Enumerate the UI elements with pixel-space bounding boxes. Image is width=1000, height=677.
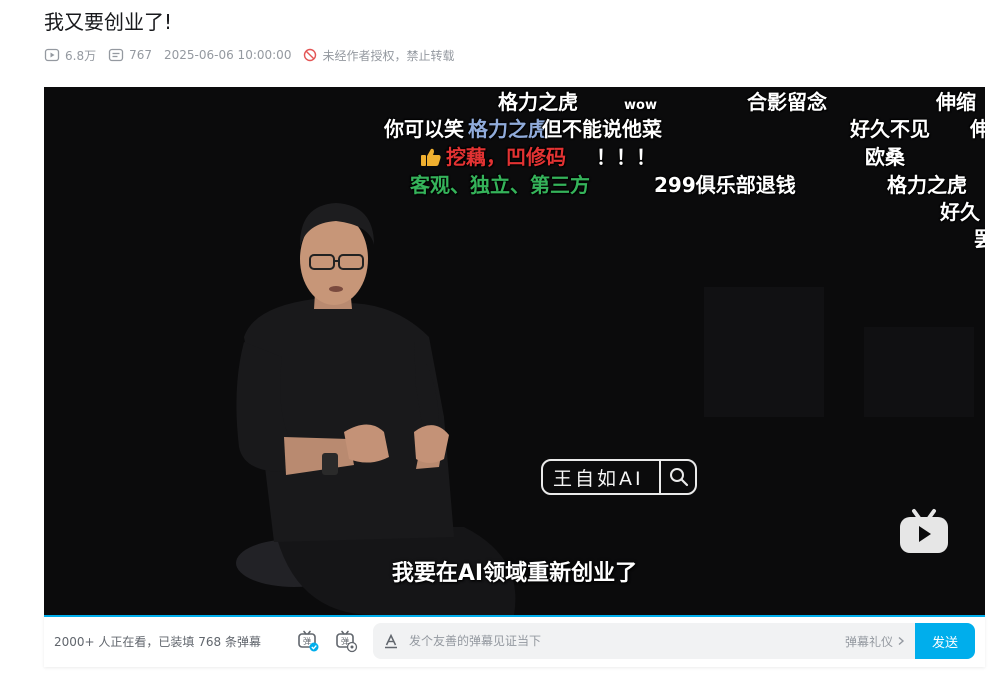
- danmaku-item: 好久: [940, 200, 980, 224]
- copyright-notice: 未经作者授权，禁止转载: [303, 47, 454, 64]
- danmaku-count: 767: [108, 47, 152, 63]
- danmaku-item: wow: [624, 98, 657, 113]
- danmaku-item: 299俱乐部退钱: [654, 173, 796, 197]
- video-title: 我又要创业了!: [44, 10, 173, 34]
- danmaku-item: 好久不见: [850, 117, 930, 141]
- danmaku-input[interactable]: [407, 633, 845, 649]
- danmaku-control-bar: 2000+ 人正在看，已装填 768 条弹幕 弹 弹 发个友善的弹幕见证当下 弹…: [44, 615, 985, 667]
- danmaku-item: 罢: [974, 227, 985, 251]
- danmaku-item: 伸: [970, 117, 985, 141]
- play-count-icon: [44, 48, 60, 62]
- video-subtitle: 我要在AI领域重新创业了: [391, 561, 638, 586]
- danmaku-item: ！！！: [596, 145, 656, 169]
- video-player[interactable]: 格力之虎 wow 合影留念 伸缩 你可以笑 格力之虎 但不能说他菜 好久不见 伸…: [44, 87, 985, 615]
- copyright-text: 未经作者授权，禁止转载: [322, 48, 455, 63]
- send-danmaku-button[interactable]: 发送: [915, 623, 975, 659]
- chevron-right-icon: [898, 636, 905, 646]
- no-repost-icon: [304, 48, 317, 62]
- danmaku-item-text: 挖藕，凹修码: [446, 145, 566, 169]
- danmaku-item: 格力之虎: [468, 117, 548, 141]
- danmaku-input-wrapper: 弹幕礼仪: [373, 623, 915, 659]
- etiquette-label: 弹幕礼仪: [844, 634, 893, 649]
- danmaku-item: 但不能说他菜: [542, 117, 662, 141]
- play-count: 6.8万: [44, 47, 96, 64]
- danmaku-etiquette-link[interactable]: 弹幕礼仪: [845, 633, 907, 650]
- danmaku-item: 欧桑: [865, 145, 905, 169]
- watermark-text: 王自如AI: [553, 467, 644, 490]
- video-meta: 6.8万 767 2025-06-06 10:00:00 未经作者授权，禁止转载: [44, 46, 454, 64]
- danmaku-count-icon: [108, 48, 124, 62]
- thumb-up-icon: [421, 148, 441, 166]
- danmaku-count-value: 767: [129, 48, 152, 62]
- danmaku-settings-icon[interactable]: 弹: [334, 629, 358, 657]
- text-format-icon[interactable]: [383, 633, 401, 649]
- danmaku-item: 客观、独立、第三方: [410, 173, 590, 197]
- svg-text:弹: 弹: [303, 636, 311, 646]
- danmaku-item-liked: 挖藕，凹修码: [420, 145, 566, 169]
- danmaku-toggle-icon[interactable]: 弹: [296, 629, 320, 657]
- play-count-value: 6.8万: [65, 48, 97, 63]
- publish-time: 2025-06-06 10:00:00: [164, 48, 292, 62]
- danmaku-item: 你可以笑: [384, 117, 464, 141]
- search-icon: [659, 459, 697, 495]
- viewer-count: 2000+ 人正在看，已装填 768 条弹幕: [54, 635, 261, 649]
- danmaku-item: 伸缩: [936, 90, 976, 114]
- danmaku-item: 格力之虎: [887, 173, 967, 197]
- danmaku-item: 合影留念: [747, 90, 827, 114]
- bilibili-tv-icon: [900, 509, 948, 553]
- danmaku-item: 格力之虎: [498, 90, 578, 114]
- channel-watermark: 王自如AI: [541, 459, 697, 495]
